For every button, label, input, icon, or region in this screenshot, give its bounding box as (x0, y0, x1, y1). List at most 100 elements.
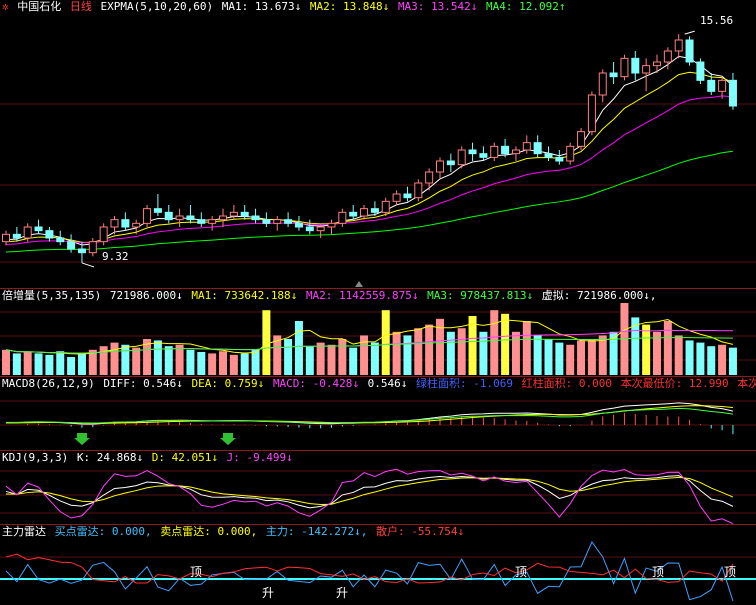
low-label: 9.32 (102, 250, 129, 263)
candle-body (631, 57, 640, 74)
volume-bar (240, 353, 249, 375)
candle-body (284, 219, 293, 224)
candle-body (99, 226, 108, 243)
candle-body (544, 153, 553, 158)
dea-line (5, 405, 733, 424)
candle-body (338, 211, 347, 224)
candle-body (457, 149, 466, 166)
candle-body (381, 200, 390, 213)
top-marker: 顶 (724, 565, 736, 579)
volume-bar (457, 328, 466, 375)
candle-body (468, 149, 477, 155)
candle-body (121, 219, 130, 228)
candle-body (696, 61, 705, 81)
candle-body (349, 211, 358, 217)
macd-panel: MACD8(26,12,9) DIFF: 0.546↓ DEA: 0.759↓ … (0, 376, 756, 450)
macd-signal-line (5, 407, 734, 424)
volume-bar (99, 346, 108, 375)
volume-bar (164, 346, 173, 375)
candle-body (577, 131, 586, 147)
volume-bar (132, 347, 141, 375)
volume-bar (642, 324, 651, 375)
volume-bar (175, 344, 184, 375)
volume-bar (392, 331, 401, 375)
volume-bar (23, 351, 32, 375)
volume-bar (327, 344, 336, 375)
volume-bar (544, 339, 553, 375)
candle-body (555, 156, 564, 162)
rise-marker: 升 (336, 586, 348, 600)
volume-bar (370, 342, 379, 375)
candle-body (533, 142, 542, 155)
volume-bar (522, 321, 531, 375)
candle-body (294, 222, 303, 228)
price-chart-svg (0, 30, 756, 287)
candle-body (34, 226, 43, 232)
candle-body (653, 61, 661, 67)
volume-bar (381, 310, 390, 375)
volume-bar (305, 346, 314, 375)
candle-body (110, 219, 119, 228)
volume-bar (121, 344, 130, 375)
down-arrow-icon (74, 433, 90, 445)
radar-chart-svg: 顶 顶 顶 顶升 升 (0, 541, 756, 602)
kdj-chart-svg (0, 468, 756, 525)
candle-body (327, 222, 336, 228)
candle-body (446, 160, 455, 166)
high-arrow (684, 30, 695, 35)
candle-body (197, 219, 206, 224)
volume-bar (208, 353, 217, 375)
candle-body (273, 219, 282, 224)
candle-body (718, 79, 727, 92)
volume-bar (501, 313, 510, 375)
ma-line (5, 150, 734, 253)
candle-body (23, 226, 32, 239)
top-marker: 顶 (515, 565, 527, 579)
rise-marker: 升 (262, 586, 274, 600)
candle-body (511, 149, 520, 155)
candle-body (403, 193, 412, 199)
candle-body (425, 171, 434, 184)
volume-bar (587, 339, 596, 375)
candle-body (77, 248, 86, 254)
candle-body (153, 208, 162, 213)
volume-bar (2, 349, 10, 375)
volume-bar (674, 335, 683, 375)
candle-body (56, 237, 65, 243)
candle-body (620, 57, 629, 78)
candle-body (67, 241, 76, 250)
volume-bar (728, 347, 737, 375)
volume-bar (360, 335, 369, 375)
candle-body (186, 215, 195, 221)
candle-body (219, 215, 227, 221)
volume-bar (34, 353, 43, 375)
candle-body (501, 145, 510, 155)
volume-bar (696, 342, 705, 375)
volume-bar (349, 347, 358, 375)
candle-body (132, 222, 141, 228)
volume-bar (12, 353, 21, 375)
candle-body (587, 94, 596, 133)
kdj-line (5, 476, 734, 506)
volume-bar (533, 335, 542, 375)
candle-body (522, 142, 531, 151)
candle-body (251, 215, 260, 221)
candle-body (479, 153, 488, 158)
candle-body (262, 219, 271, 224)
ma-line (5, 55, 734, 246)
volume-bar (316, 342, 325, 375)
candle-body (2, 233, 10, 243)
kdj-panel: KDJ(9,3,3) K: 24.868↓ D: 42.051↓ J: -9.4… (0, 450, 756, 525)
volume-bar (577, 340, 586, 375)
top-marker: 顶 (652, 565, 664, 579)
radar-panel: 主力雷达 买点雷达: 0.000, 卖点雷达: 0.000, 主力: -142.… (0, 524, 756, 604)
candle-body (45, 230, 54, 239)
volume-bar (67, 357, 76, 375)
candle-body (436, 160, 444, 173)
volume-bar (663, 321, 672, 375)
volume-bar (718, 344, 727, 375)
volume-bar (685, 340, 694, 375)
candle-body (229, 211, 238, 217)
candle-body (674, 39, 683, 52)
macd-chart-svg (0, 400, 756, 445)
